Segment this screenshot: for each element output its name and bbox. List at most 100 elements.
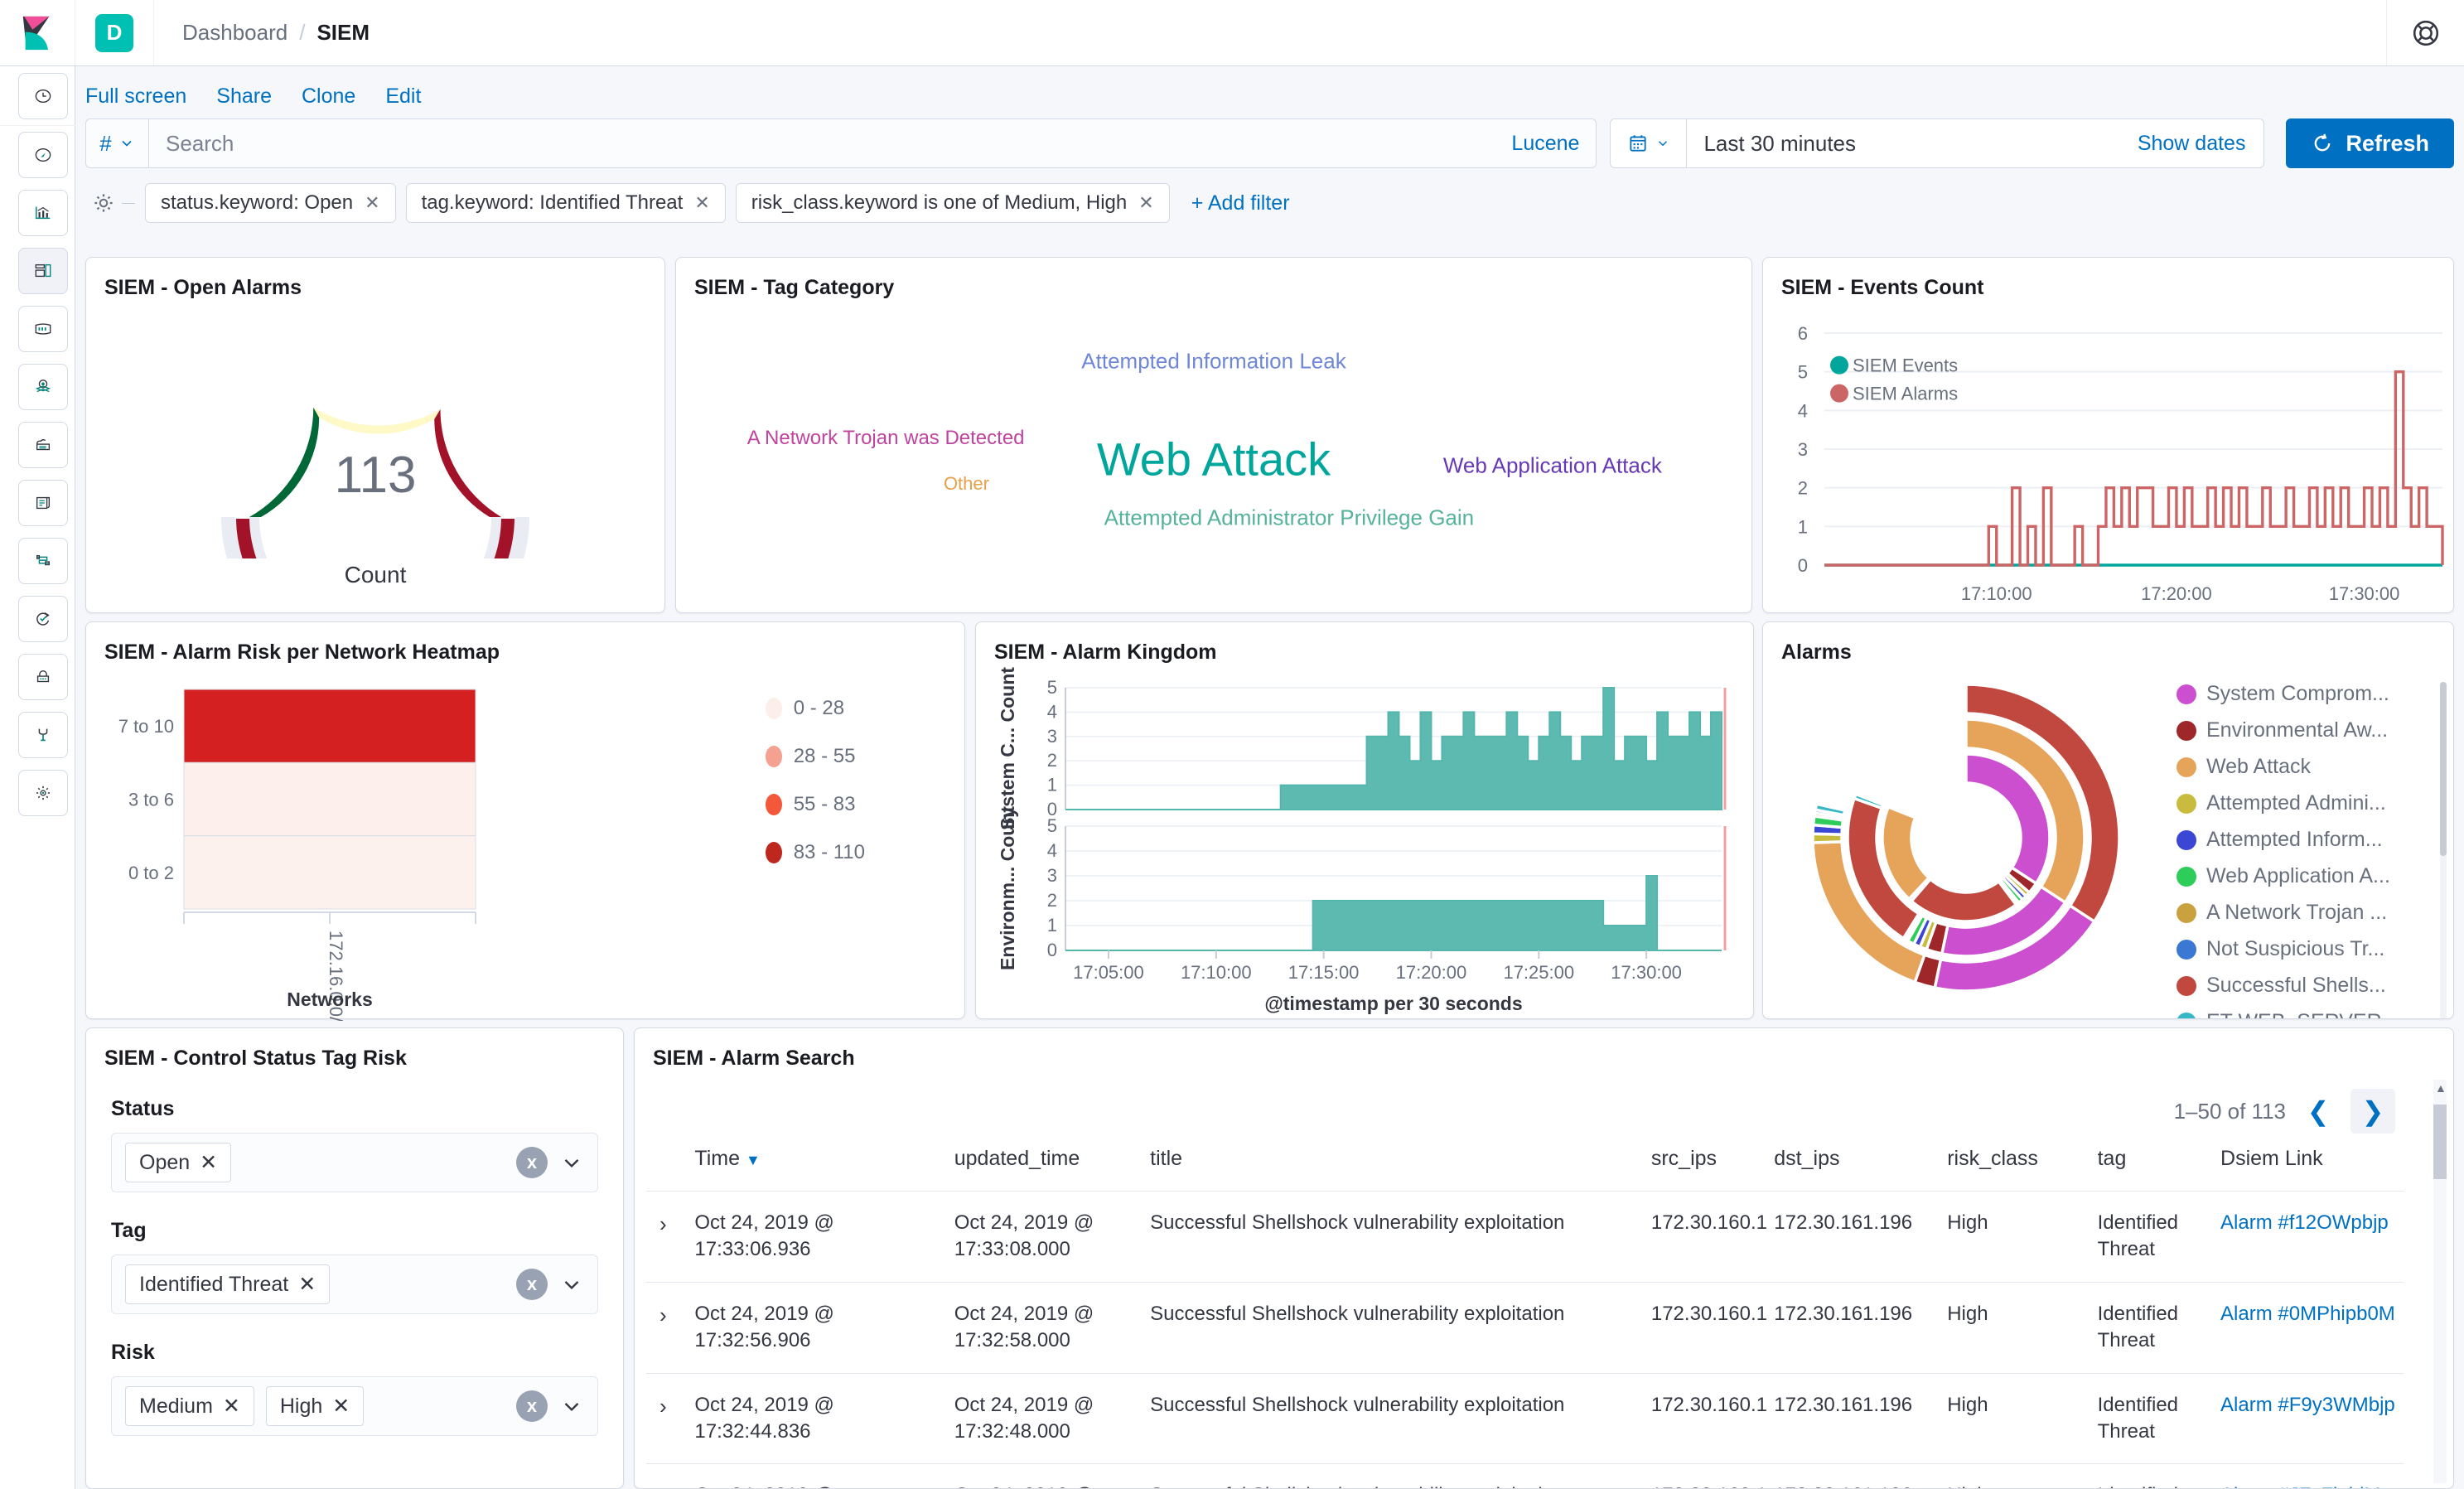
filter-pill[interactable]: tag.keyword: Identified Threat ✕ <box>405 183 726 223</box>
column-header-updated-time[interactable]: updated_time <box>946 1134 1142 1192</box>
expand-row-button[interactable]: › <box>646 1191 687 1283</box>
combo-token[interactable]: Open ✕ <box>125 1143 232 1182</box>
status-combobox[interactable]: Open ✕ x <box>111 1133 598 1192</box>
expand-row-button[interactable]: › <box>646 1281 687 1374</box>
sidebar-item-dashboard[interactable] <box>0 242 75 300</box>
dsiem-link[interactable]: Alarm #JFvFipbjM <box>2220 1484 2380 1488</box>
legend-item[interactable]: Web Attack <box>2177 755 2425 779</box>
dsiem-link[interactable]: Alarm #f12OWpbjp <box>2220 1211 2389 1234</box>
legend-item[interactable]: Attempted Inform... <box>2177 828 2425 852</box>
column-header-tag[interactable]: tag <box>2090 1134 2212 1192</box>
column-header-risk-class[interactable]: risk_class <box>1939 1134 2089 1192</box>
alarm-kingdom-area-chart[interactable]: 012345System C... Count012345Environm...… <box>976 665 1755 1021</box>
column-header-title[interactable]: title <box>1142 1134 1643 1192</box>
share-button[interactable]: Share <box>216 85 272 109</box>
tag-combobox[interactable]: Identified Threat ✕ x <box>111 1255 598 1314</box>
query-language-label[interactable]: Lucene <box>1511 132 1579 156</box>
date-quick-select-button[interactable] <box>1611 119 1688 167</box>
show-dates-button[interactable]: Show dates <box>2138 132 2264 156</box>
legend-item[interactable]: Not Suspicious Tr... <box>2177 937 2425 961</box>
refresh-button[interactable]: Refresh <box>2286 118 2454 168</box>
legend-item[interactable]: Environmental Aw... <box>2177 718 2425 742</box>
tag-cloud-item[interactable]: Web Attack <box>1097 433 1331 486</box>
close-icon[interactable]: ✕ <box>223 1394 240 1419</box>
column-header-dsiem-link[interactable]: Dsiem Link <box>2212 1134 2404 1192</box>
column-header-src-ips[interactable]: src_ips <box>1643 1134 1766 1192</box>
sidebar-item-infrastructure[interactable] <box>0 416 75 474</box>
legend-item[interactable]: Attempted Admini... <box>2177 791 2425 815</box>
combo-token[interactable]: Medium ✕ <box>125 1386 254 1426</box>
kibana-home-link[interactable] <box>0 0 75 65</box>
sidebar-item-apm[interactable] <box>0 532 75 590</box>
tag-cloud-item[interactable]: Attempted Administrator Privilege Gain <box>1104 505 1475 530</box>
cell-dsiem-link[interactable]: Alarm #f12OWpbjp <box>2212 1191 2404 1283</box>
expand-row-button[interactable]: › <box>646 1463 687 1488</box>
sidebar-item-management[interactable] <box>0 764 75 822</box>
risk-combobox[interactable]: Medium ✕ High ✕ x <box>111 1376 598 1436</box>
scrollbar-thumb[interactable] <box>2433 1105 2447 1179</box>
scroll-up-arrow-icon[interactable]: ▲ <box>2435 1081 2447 1095</box>
search-input-wrapper[interactable]: Lucene <box>148 118 1597 168</box>
expand-row-button[interactable]: › <box>646 1372 687 1464</box>
pagination-prev-button[interactable]: ❮ <box>2296 1089 2341 1134</box>
heatmap-legend-item[interactable]: 0 - 28 <box>765 697 865 720</box>
legend-scrollbar[interactable] <box>2440 682 2447 1018</box>
sidebar-item-siem[interactable] <box>0 648 75 706</box>
clone-button[interactable]: Clone <box>302 85 355 109</box>
chevron-down-icon[interactable] <box>559 1394 584 1419</box>
cell-dsiem-link[interactable]: Alarm #JFvFipbjM <box>2212 1463 2404 1488</box>
scrollbar-thumb[interactable] <box>2440 682 2447 856</box>
tag-cloud-chart[interactable]: Web Attack Attempted Information Leak Web … <box>676 300 1751 607</box>
chevron-down-icon[interactable] <box>559 1272 584 1297</box>
gauge-chart[interactable]: 113 Count <box>86 300 664 607</box>
events-count-line-chart[interactable]: 0 1 2 3 4 5 6 17:10:00 17:20:00 17:30:00 SIEM Even… <box>1763 300 2455 615</box>
sort-desc-icon[interactable]: ▼ <box>746 1152 761 1168</box>
search-input[interactable] <box>166 130 1512 157</box>
table-row[interactable]: › Oct 24, 2019 @ 17:33:06.936 Oct 24, 2019… <box>646 1191 2404 1283</box>
donut-chart[interactable] <box>1771 664 2161 1012</box>
legend-item[interactable]: A Network Trojan ... <box>2177 901 2425 925</box>
sidebar-item-maps[interactable] <box>0 358 75 416</box>
dsiem-link[interactable]: Alarm #F9y3WMbjp <box>2220 1394 2395 1416</box>
table-row[interactable]: › Oct 24, 2019 @ 17:32:56.906 Oct 24, 2019… <box>646 1281 2404 1374</box>
cell-dsiem-link[interactable]: Alarm #0MPhipb0M <box>2212 1281 2404 1374</box>
sidebar-item-uptime[interactable] <box>0 590 75 648</box>
filter-pill[interactable]: risk_class.keyword is one of Medium, Hig… <box>735 183 1170 223</box>
clear-selection-button[interactable]: x <box>516 1390 548 1422</box>
close-icon[interactable]: ✕ <box>1138 192 1153 214</box>
dsiem-link[interactable]: Alarm #0MPhipb0M <box>2220 1303 2395 1325</box>
tag-cloud-item[interactable]: Other <box>944 473 989 495</box>
legend-item[interactable]: ET WEB_SERVER <box>2177 1010 2425 1018</box>
close-icon[interactable]: ✕ <box>694 192 709 214</box>
filter-options-button[interactable] <box>85 191 122 215</box>
legend-item[interactable]: System Comprom... <box>2177 682 2425 706</box>
combo-token[interactable]: High ✕ <box>265 1386 365 1426</box>
sidebar-item-discover[interactable] <box>0 126 75 184</box>
add-filter-button[interactable]: + Add filter <box>1191 191 1290 215</box>
time-range-value[interactable]: Last 30 minutes <box>1687 131 2137 157</box>
legend-item[interactable]: Web Application A... <box>2177 864 2425 888</box>
heatmap-legend-item[interactable]: 55 - 83 <box>765 793 865 816</box>
table-scrollbar[interactable]: ▲ <box>2433 1080 2447 1483</box>
column-header-dst-ips[interactable]: dst_ips <box>1766 1134 1939 1192</box>
sidebar-item-recently-viewed[interactable] <box>0 66 75 126</box>
table-row[interactable]: › Oct 24, 2019 @ 17:32:44.836 Oct 24, 2019… <box>646 1372 2404 1464</box>
clear-selection-button[interactable]: x <box>516 1147 548 1178</box>
tag-cloud-item[interactable]: Web Application Attack <box>1443 452 1662 478</box>
edit-button[interactable]: Edit <box>385 85 421 109</box>
heatmap-legend-item[interactable]: 83 - 110 <box>765 841 865 864</box>
heatmap-legend-item[interactable]: 28 - 55 <box>765 745 865 768</box>
sidebar-item-canvas[interactable] <box>0 300 75 358</box>
breadcrumb-dashboard[interactable]: Dashboard <box>182 20 287 46</box>
close-icon[interactable]: ✕ <box>298 1272 316 1297</box>
column-header-time[interactable]: Time ▼ <box>686 1134 945 1192</box>
full-screen-button[interactable]: Full screen <box>85 85 186 109</box>
pagination-next-button[interactable]: ❯ <box>2350 1089 2395 1134</box>
space-avatar[interactable]: D <box>95 13 133 52</box>
close-icon[interactable]: ✕ <box>200 1150 217 1175</box>
help-menu-button[interactable] <box>2386 0 2464 65</box>
sidebar-item-logs[interactable] <box>0 474 75 532</box>
combo-token[interactable]: Identified Threat ✕ <box>125 1264 331 1304</box>
sidebar-item-visualize[interactable] <box>0 184 75 242</box>
chevron-down-icon[interactable] <box>559 1150 584 1175</box>
